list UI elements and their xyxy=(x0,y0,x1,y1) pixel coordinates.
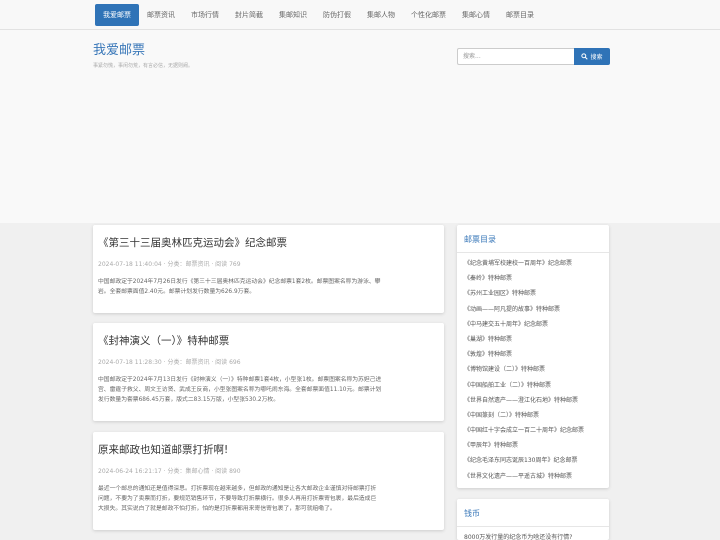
nav-item-catalog[interactable]: 邮票目录 xyxy=(498,4,542,26)
excerpt-line: 发行数量为套票686.45万套，版式二83.15万版，小型张530.2万枚。 xyxy=(98,397,280,403)
article-meta: 2024-07-18 11:40:04 · 分类：邮票资讯 · 阅读 769 xyxy=(98,261,241,268)
sidebar-coins-list: 8000万发行量的纪念币为啥还没有行情? xyxy=(457,527,609,540)
nav-item-people[interactable]: 集邮人物 xyxy=(359,4,403,26)
nav-item-mood[interactable]: 集邮心情 xyxy=(454,4,498,26)
search-input[interactable] xyxy=(457,48,574,65)
article-title[interactable]: 《封神演义（一）》特种邮票 xyxy=(98,333,439,348)
search-form: 搜索 xyxy=(457,48,610,65)
article-excerpt: 最近一个邮总的通知还是值得深思。打折票现在越来越多，但邮政的通知是让各大邮政企业… xyxy=(98,484,439,514)
nav-menu: 我爱邮票 邮票资讯 市场行情 封片简截 集邮知识 防伪打假 集邮人物 个性化邮票… xyxy=(95,4,542,26)
site-header: 我爱邮票 事紧勿慌，事闲勿荒，有言必信，无据则阙。 搜索 xyxy=(0,30,720,223)
nav-item-anti-fake[interactable]: 防伪打假 xyxy=(315,4,359,26)
nav-item-knowledge[interactable]: 集邮知识 xyxy=(271,4,315,26)
main-content: 《第三十三届奥林匹克运动会》纪念邮票 2024-07-18 11:40:04 ·… xyxy=(0,223,720,540)
nav-item-home[interactable]: 我爱邮票 xyxy=(95,4,139,26)
sidebar-catalog-item[interactable]: 《秦岭》特种邮票 xyxy=(464,271,602,286)
excerpt-line: 宫、雷霆子救父、周文王访贤、武成王反商，小型张图案名称为哪吒闹东海。全套邮票面值… xyxy=(98,387,382,393)
nav-item-market[interactable]: 市场行情 xyxy=(183,4,227,26)
sidebar-catalog-item[interactable]: 《世界文化遗产——平遥古城》特种邮票 xyxy=(464,469,602,484)
sidebar-catalog-item[interactable]: 《世界自然遗产——澄江化石地》特种邮票 xyxy=(464,393,602,408)
article-card: 《第三十三届奥林匹克运动会》纪念邮票 2024-07-18 11:40:04 ·… xyxy=(93,225,444,313)
nav-item-covers[interactable]: 封片简截 xyxy=(227,4,271,26)
article-meta: 2024-06-24 16:21:17 · 分类：集邮心情 · 阅读 890 xyxy=(98,468,241,475)
sidebar-catalog-item[interactable]: 《苏州工业园区》特种邮票 xyxy=(464,286,602,301)
sidebar-catalog-item[interactable]: 《敦煌》特种邮票 xyxy=(464,347,602,362)
site-tagline: 事紧勿慌，事闲勿荒，有言必信，无据则阙。 xyxy=(93,63,194,69)
excerpt-line: 中国邮政定于2024年7月26日发行《第三十三届奥林匹克运动会》纪念邮票1套2枚… xyxy=(98,279,381,285)
article-excerpt: 中国邮政定于2024年7月13日发行《封神演义（一）》特种邮票1套4枚，小型张1… xyxy=(98,375,439,405)
article-excerpt: 中国邮政定于2024年7月26日发行《第三十三届奥林匹克运动会》纪念邮票1套2枚… xyxy=(98,277,439,297)
article-meta: 2024-07-18 11:28:30 · 分类：邮票资讯 · 阅读 696 xyxy=(98,359,241,366)
sidebar-catalog-item[interactable]: 《博物馆建设（二）》特种邮票 xyxy=(464,362,602,377)
sidebar-catalog-item[interactable]: 《中国红十字会成立一百二十周年》纪念邮票 xyxy=(464,423,602,438)
sidebar-catalog-item[interactable]: 《中国篆刻（二）》特种邮票 xyxy=(464,408,602,423)
sidebar-catalog-item[interactable]: 《甲辰年》特种邮票 xyxy=(464,438,602,453)
nav-item-personalized[interactable]: 个性化邮票 xyxy=(403,4,454,26)
excerpt-line: 中国邮政定于2024年7月13日发行《封神演义（一）》特种邮票1套4枚，小型张1… xyxy=(98,377,382,383)
search-button[interactable]: 搜索 xyxy=(574,48,610,65)
sidebar-catalog-item[interactable]: 《中马建交五十周年》纪念邮票 xyxy=(464,317,602,332)
top-navbar: 我爱邮票 邮票资讯 市场行情 封片简截 集邮知识 防伪打假 集邮人物 个性化邮票… xyxy=(0,0,720,30)
site-title[interactable]: 我爱邮票 xyxy=(93,39,145,58)
sidebar-coins-widget: 钱币 8000万发行量的纪念币为啥还没有行情? xyxy=(457,499,609,540)
sidebar-catalog-item[interactable]: 《中国船舶工业（二）》特种邮票 xyxy=(464,378,602,393)
sidebar-catalog-item[interactable]: 《动画——阿凡提的故事》特种邮票 xyxy=(464,302,602,317)
sidebar-catalog-item[interactable]: 《巢湖》特种邮票 xyxy=(464,332,602,347)
excerpt-line: 岩。全套邮票面值2.40元。邮票计划发行数量为626.9万套。 xyxy=(98,289,256,295)
sidebar-catalog-item[interactable]: 《纪念毛泽东同志诞辰130周年》纪念邮票 xyxy=(464,453,602,468)
excerpt-line: 最近一个邮总的通知还是值得深思。打折票现在越来越多，但邮政的通知是让各大邮政企业… xyxy=(98,486,377,492)
excerpt-line: 大损失。其实说白了就是邮政不怕打折，怕的是打折票都用来寄信寄包裹了，那可就赔嘞了… xyxy=(98,506,336,512)
sidebar-catalog-title: 邮票目录 xyxy=(457,225,609,253)
search-icon xyxy=(581,53,589,60)
article-title[interactable]: 原来邮政也知道邮票打折啊! xyxy=(98,442,439,457)
sidebar-catalog-item[interactable]: 《纪念黄埔军校建校一百周年》纪念邮票 xyxy=(464,256,602,271)
sidebar-catalog-list: 《纪念黄埔军校建校一百周年》纪念邮票 《秦岭》特种邮票 《苏州工业园区》特种邮票… xyxy=(457,253,609,484)
sidebar-coins-item[interactable]: 8000万发行量的纪念币为啥还没有行情? xyxy=(464,530,602,540)
article-card: 《封神演义（一）》特种邮票 2024-07-18 11:28:30 · 分类：邮… xyxy=(93,323,444,421)
article-title[interactable]: 《第三十三届奥林匹克运动会》纪念邮票 xyxy=(98,235,439,250)
search-button-label: 搜索 xyxy=(590,54,603,61)
nav-item-stamp-news[interactable]: 邮票资讯 xyxy=(139,4,183,26)
sidebar-coins-title: 钱币 xyxy=(457,499,609,527)
sidebar-catalog-widget: 邮票目录 《纪念黄埔军校建校一百周年》纪念邮票 《秦岭》特种邮票 《苏州工业园区… xyxy=(457,225,609,488)
excerpt-line: 问题，不要为了卖票而打折，要规范销售环节，不要导致打折票横行。很多人再用打折票寄… xyxy=(98,496,377,502)
article-card: 原来邮政也知道邮票打折啊! 2024-06-24 16:21:17 · 分类：集… xyxy=(93,432,444,530)
